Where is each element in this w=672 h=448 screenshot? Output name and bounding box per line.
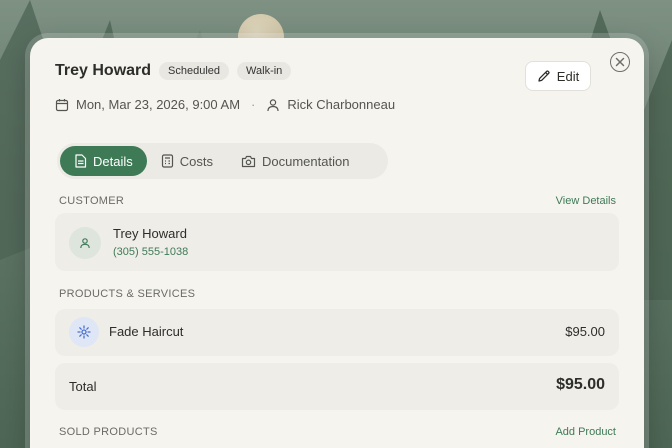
close-icon (615, 57, 625, 67)
service-price: $95.00 (565, 324, 605, 339)
customer-section-label: CUSTOMER (59, 195, 125, 207)
tab-bar: Details Costs Documentation (57, 143, 388, 179)
products-section-label: PRODUCTS & SERVICES (59, 288, 196, 300)
user-icon (267, 98, 279, 111)
total-value: $95.00 (556, 376, 605, 393)
tab-costs[interactable]: Costs (147, 146, 227, 176)
meta-separator: · (251, 97, 256, 112)
calculator-icon (161, 154, 173, 168)
pencil-icon (538, 70, 550, 82)
staff-name: Rick Charbonneau (287, 97, 396, 112)
customer-name: Trey Howard (113, 226, 187, 241)
customer-card[interactable]: Trey Howard (305) 555-1038 (55, 213, 619, 271)
tab-details-label: Details (93, 153, 133, 169)
service-icon-wrap (69, 317, 99, 347)
service-row[interactable]: Fade Haircut $95.00 (55, 309, 619, 356)
appointment-datetime: Mon, Mar 23, 2026, 9:00 AM (76, 97, 241, 112)
appointment-modal: Trey Howard Scheduled Walk-in Edit Mon, … (30, 38, 644, 448)
tab-documentation-label: Documentation (261, 153, 350, 169)
document-icon (75, 154, 87, 168)
customer-title: Trey Howard (55, 62, 152, 79)
sold-products-section-label: SOLD PRODUCTS (59, 426, 158, 438)
camera-icon (241, 155, 256, 167)
add-product-link[interactable]: Add Product (555, 426, 616, 438)
appointment-meta: Mon, Mar 23, 2026, 9:00 AM · Rick Charbo… (55, 97, 395, 112)
tab-documentation[interactable]: Documentation (227, 146, 363, 176)
view-details-link[interactable]: View Details (556, 195, 616, 207)
close-button[interactable] (610, 52, 630, 72)
status-badge: Scheduled (159, 62, 230, 80)
tab-details[interactable]: Details (60, 146, 147, 176)
avatar (69, 227, 101, 259)
service-name: Fade Haircut (109, 324, 184, 339)
appointment-header: Trey Howard Scheduled Walk-in (55, 62, 292, 80)
total-label: Total (69, 379, 97, 394)
edit-button[interactable]: Edit (525, 61, 591, 91)
gear-icon (77, 325, 91, 339)
user-icon (80, 238, 90, 249)
total-row: Total $95.00 (55, 363, 619, 410)
customer-phone[interactable]: (305) 555-1038 (113, 246, 188, 258)
type-badge: Walk-in (237, 62, 292, 80)
edit-label: Edit (556, 68, 580, 84)
calendar-icon (55, 98, 69, 111)
tab-costs-label: Costs (179, 153, 213, 169)
